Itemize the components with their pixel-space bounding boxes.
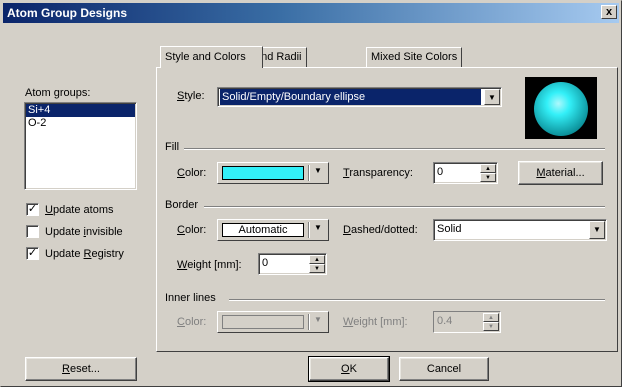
style-select[interactable]: Solid/Empty/Boundary ellipse ▼	[217, 87, 502, 107]
fill-color-label: Color:	[177, 167, 207, 179]
transparency-spinner[interactable]: ▲ ▼	[480, 164, 496, 182]
list-item-si4[interactable]: Si+4	[26, 104, 135, 117]
dashed-dotted-label: Dashed/dotted:	[343, 224, 418, 236]
border-weight-label: Weight [mm]:	[177, 259, 242, 271]
atom-groups-label: Atom groups:	[25, 87, 91, 99]
dropdown-arrow-icon[interactable]: ▼	[484, 89, 500, 105]
inner-weight-label: Weight [mm]:	[343, 316, 408, 328]
border-weight-input[interactable]: 0 ▲ ▼	[258, 253, 327, 275]
border-color-picker[interactable]: Automatic ▼	[217, 219, 329, 241]
spin-down-icon[interactable]: ▼	[483, 322, 499, 331]
border-color-label: Color:	[177, 224, 207, 236]
update-atoms-checkbox[interactable]: ✓	[26, 203, 39, 216]
close-icon: x	[605, 6, 613, 18]
transparency-value: 0	[437, 166, 444, 178]
inner-color-label: Color:	[177, 316, 207, 328]
fill-color-swatch	[222, 166, 304, 180]
inner-weight-input[interactable]: 0.4 ▲ ▼	[433, 311, 501, 333]
close-button[interactable]: x	[601, 5, 617, 19]
title-bar: Atom Group Designs x	[3, 3, 619, 23]
tab-mixed-site-colors[interactable]: Mixed Site Colors	[366, 47, 463, 67]
update-invisible-checkbox[interactable]	[26, 225, 39, 238]
dropdown-arrow-icon[interactable]: ▼	[589, 221, 605, 239]
border-weight-spinner[interactable]: ▲ ▼	[309, 255, 325, 273]
spin-up-icon[interactable]: ▲	[309, 255, 325, 264]
tab-style-colors[interactable]: Style and Colors	[160, 46, 263, 68]
dropdown-arrow-icon[interactable]: ▼	[314, 315, 322, 324]
style-label: Style:	[177, 90, 205, 102]
sphere-preview-icon	[534, 82, 588, 136]
dropdown-arrow-icon[interactable]: ▼	[314, 166, 322, 175]
spin-up-icon[interactable]: ▲	[483, 313, 499, 322]
inner-color-swatch	[222, 315, 304, 329]
border-group-title: Border	[165, 199, 199, 211]
dashed-dotted-select[interactable]: Solid ▼	[433, 219, 607, 241]
inner-lines-group-title: Inner lines	[165, 292, 216, 304]
update-invisible-checkbox-row[interactable]: Update invisible	[26, 225, 123, 238]
reset-button[interactable]: Reset...	[25, 357, 137, 381]
dropdown-arrow-icon[interactable]: ▼	[314, 223, 322, 232]
spin-up-icon[interactable]: ▲	[480, 164, 496, 173]
transparency-input[interactable]: 0 ▲ ▼	[433, 162, 498, 184]
transparency-label: Transparency:	[343, 167, 413, 179]
inner-color-picker[interactable]: ▼	[217, 311, 329, 333]
inner-weight-spinner[interactable]: ▲ ▼	[483, 313, 499, 331]
material-button[interactable]: Material...	[518, 161, 603, 185]
update-invisible-label: Update invisible	[45, 225, 123, 238]
fill-color-picker[interactable]: ▼	[217, 162, 329, 184]
update-atoms-label: Update atoms	[45, 203, 114, 216]
inner-color-divider	[308, 314, 310, 330]
list-item-o2[interactable]: O-2	[26, 117, 135, 130]
atom-groups-list[interactable]: Si+4 O-2	[24, 102, 137, 190]
cancel-button[interactable]: Cancel	[399, 357, 489, 381]
border-divider	[204, 206, 605, 208]
update-registry-checkbox[interactable]: ✓	[26, 247, 39, 260]
window-title: Atom Group Designs	[7, 6, 128, 20]
fill-color-divider	[308, 165, 310, 181]
fill-group-title: Fill	[165, 141, 180, 153]
dashed-dotted-value: Solid	[437, 223, 462, 235]
preview-canvas	[525, 77, 597, 139]
spin-down-icon[interactable]: ▼	[309, 264, 325, 273]
inner-weight-value: 0.4	[437, 315, 453, 327]
update-registry-checkbox-row[interactable]: ✓ Update Registry	[26, 247, 124, 260]
spin-down-icon[interactable]: ▼	[480, 173, 496, 182]
border-color-divider	[308, 222, 310, 238]
update-atoms-checkbox-row[interactable]: ✓ Update atoms	[26, 203, 114, 216]
ok-button[interactable]: OK	[308, 356, 390, 382]
atom-group-designs-dialog: Atom Group Designs x Atom groups: Si+4 O…	[0, 0, 622, 387]
border-color-value: Automatic	[222, 223, 304, 237]
update-registry-label: Update Registry	[45, 247, 124, 260]
style-select-value: Solid/Empty/Boundary ellipse	[220, 89, 481, 105]
inner-lines-divider	[229, 299, 605, 301]
border-weight-value: 0	[262, 257, 269, 269]
fill-divider	[184, 148, 605, 150]
